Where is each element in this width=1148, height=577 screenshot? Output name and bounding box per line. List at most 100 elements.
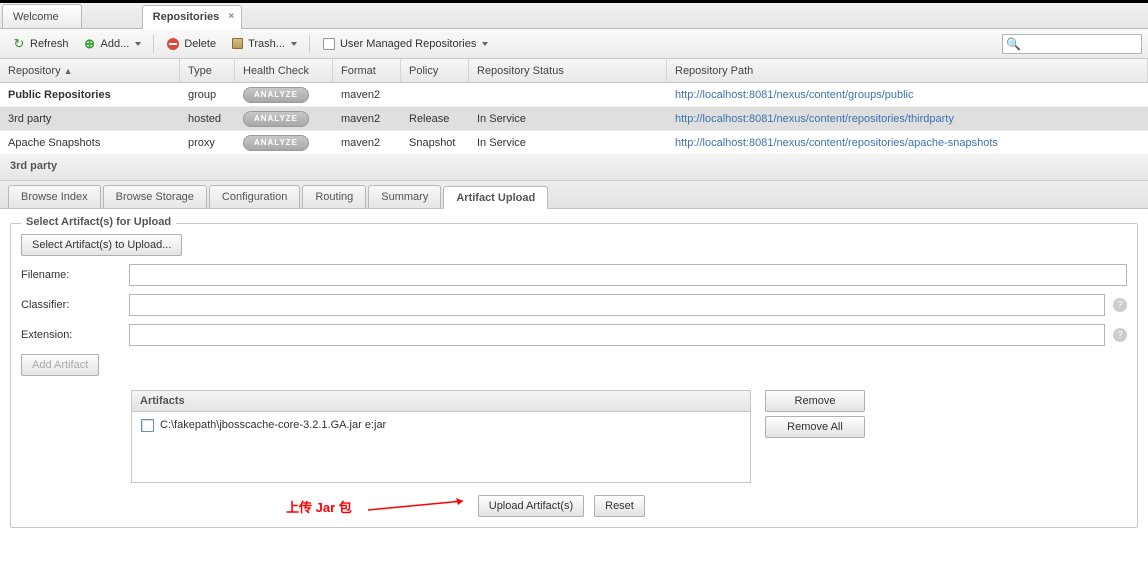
user-managed-button[interactable]: User Managed Repositories (316, 34, 494, 54)
sort-asc-icon: ▲ (64, 66, 73, 76)
separator (309, 35, 310, 53)
col-path[interactable]: Repository Path (667, 59, 1148, 82)
add-label: Add... (101, 38, 130, 50)
select-artifacts-button[interactable]: Select Artifact(s) to Upload... (21, 234, 182, 256)
extension-input[interactable] (129, 324, 1105, 346)
col-policy[interactable]: Policy (401, 59, 469, 82)
cell-format: maven2 (333, 85, 401, 105)
trash-label: Trash... (248, 38, 285, 50)
artifact-buttons: Remove Remove All (765, 390, 865, 483)
cell-type: group (180, 85, 235, 105)
cell-health: ANALYZE (235, 131, 333, 155)
col-label: Format (341, 65, 376, 77)
artifact-item[interactable]: C:\fakepath\jbosscache-core-3.2.1.GA.jar… (140, 418, 742, 432)
cell-type: hosted (180, 109, 235, 129)
cell-status: In Service (469, 109, 667, 129)
tab-label: Browse Index (21, 191, 88, 203)
tab-browse-storage[interactable]: Browse Storage (103, 185, 207, 208)
arrow-icon (368, 505, 468, 507)
analyze-button[interactable]: ANALYZE (243, 135, 309, 151)
cell-repository: Apache Snapshots (0, 133, 180, 153)
analyze-button[interactable]: ANALYZE (243, 87, 309, 103)
detail-title-label: 3rd party (10, 160, 57, 172)
extension-label: Extension: (21, 329, 121, 341)
search-input[interactable] (1002, 34, 1142, 54)
delete-button[interactable]: Delete (160, 34, 222, 54)
remove-button[interactable]: Remove (765, 390, 865, 412)
artifacts-body: C:\fakepath\jbosscache-core-3.2.1.GA.jar… (132, 412, 750, 482)
help-icon[interactable]: ? (1113, 298, 1127, 312)
user-icon (322, 37, 336, 51)
detail-title: 3rd party (0, 155, 1148, 181)
toolbar: ↻ Refresh ⊕ Add... Delete Trash... User … (0, 29, 1148, 59)
artifact-filename: C:\fakepath\jbosscache-core-3.2.1.GA.jar… (160, 419, 386, 431)
filename-label: Filename: (21, 269, 121, 281)
tab-welcome[interactable]: Welcome (2, 4, 82, 28)
grid-header: Repository ▲ Type Health Check Format Po… (0, 59, 1148, 83)
col-type[interactable]: Type (180, 59, 235, 82)
artifacts-panel: Artifacts C:\fakepath\jbosscache-core-3.… (131, 390, 751, 483)
annotation-text: 上传 Jar 包 (286, 497, 352, 516)
table-row[interactable]: 3rd party hosted ANALYZE maven2 Release … (0, 107, 1148, 131)
cell-policy: Release (401, 109, 469, 129)
main-tabstrip: Welcome Repositories × (0, 3, 1148, 29)
chevron-down-icon (482, 42, 488, 46)
tab-label: Summary (381, 191, 428, 203)
cell-status (469, 91, 667, 99)
col-health[interactable]: Health Check (235, 59, 333, 82)
col-status[interactable]: Repository Status (469, 59, 667, 82)
cell-policy: Snapshot (401, 133, 469, 153)
cell-path[interactable]: http://localhost:8081/nexus/content/repo… (667, 133, 1148, 153)
tab-label: Configuration (222, 191, 287, 203)
cell-policy (401, 91, 469, 99)
reset-button[interactable]: Reset (594, 495, 645, 517)
chevron-down-icon (135, 42, 141, 46)
col-format[interactable]: Format (333, 59, 401, 82)
help-icon[interactable]: ? (1113, 328, 1127, 342)
col-repository[interactable]: Repository ▲ (0, 59, 180, 82)
search-wrap: 🔍 (1002, 34, 1142, 54)
cell-path[interactable]: http://localhost:8081/nexus/content/repo… (667, 109, 1148, 129)
col-label: Policy (409, 65, 438, 77)
cell-format: maven2 (333, 133, 401, 153)
cell-type: proxy (180, 133, 235, 153)
search-icon: 🔍 (1006, 37, 1021, 51)
filename-input[interactable] (129, 264, 1127, 286)
analyze-button[interactable]: ANALYZE (243, 111, 309, 127)
col-label: Repository Status (477, 65, 564, 77)
tab-routing[interactable]: Routing (302, 185, 366, 208)
tab-repositories[interactable]: Repositories × (142, 5, 243, 29)
file-icon (140, 418, 154, 432)
grid-body: Public Repositories group ANALYZE maven2… (0, 83, 1148, 155)
tab-summary[interactable]: Summary (368, 185, 441, 208)
table-row[interactable]: Apache Snapshots proxy ANALYZE maven2 Sn… (0, 131, 1148, 155)
col-label: Repository Path (675, 65, 753, 77)
cell-health: ANALYZE (235, 107, 333, 131)
classifier-label: Classifier: (21, 299, 121, 311)
delete-icon (166, 37, 180, 51)
cell-path[interactable]: http://localhost:8081/nexus/content/grou… (667, 85, 1148, 105)
add-icon: ⊕ (83, 37, 97, 51)
trash-button[interactable]: Trash... (224, 34, 303, 54)
close-icon[interactable]: × (225, 11, 237, 23)
upload-artifacts-button[interactable]: Upload Artifact(s) (478, 495, 584, 517)
refresh-button[interactable]: ↻ Refresh (6, 34, 75, 54)
tab-configuration[interactable]: Configuration (209, 185, 300, 208)
table-row[interactable]: Public Repositories group ANALYZE maven2… (0, 83, 1148, 107)
classifier-input[interactable] (129, 294, 1105, 316)
add-artifact-button: Add Artifact (21, 354, 99, 376)
upload-fieldset: Select Artifact(s) for Upload Select Art… (10, 223, 1138, 528)
content-area: Select Artifact(s) for Upload Select Art… (0, 209, 1148, 577)
tab-label: Repositories (153, 11, 220, 23)
tab-artifact-upload[interactable]: Artifact Upload (443, 186, 548, 209)
artifacts-header: Artifacts (132, 391, 750, 412)
tab-label: Routing (315, 191, 353, 203)
tab-browse-index[interactable]: Browse Index (8, 185, 101, 208)
refresh-icon: ↻ (12, 37, 26, 51)
cell-repository: Public Repositories (0, 85, 180, 105)
cell-status: In Service (469, 133, 667, 153)
remove-all-button[interactable]: Remove All (765, 416, 865, 438)
add-button[interactable]: ⊕ Add... (77, 34, 148, 54)
fieldset-legend: Select Artifact(s) for Upload (21, 216, 176, 228)
detail-tabstrip: Browse Index Browse Storage Configuratio… (0, 181, 1148, 209)
